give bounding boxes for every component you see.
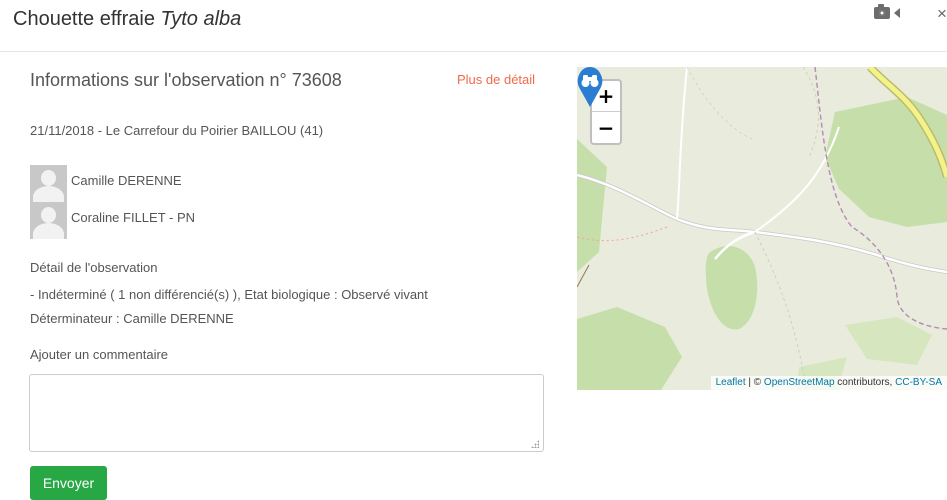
comment-label: Ajouter un commentaire xyxy=(30,347,169,362)
modal-title: Chouette effraie Tyto alba xyxy=(13,8,241,31)
observation-title: Informations sur l'observation n° 73608 xyxy=(30,70,342,90)
camera-icon[interactable] xyxy=(874,4,890,19)
modal-header: Chouette effraie Tyto alba × xyxy=(0,0,947,52)
avatar xyxy=(30,202,67,239)
license-link[interactable]: CC-BY-SA xyxy=(895,377,942,388)
send-button[interactable]: Envoyer xyxy=(30,466,107,500)
attribution-separator: | © xyxy=(745,377,764,388)
binoculars-marker-icon[interactable] xyxy=(577,67,603,107)
more-details-link[interactable]: Plus de détail xyxy=(457,72,535,87)
observer-name: Camille DERENNE xyxy=(71,173,182,188)
determinator-line: Déterminateur : Camille DERENNE xyxy=(30,311,234,326)
species-common-name: Chouette effraie xyxy=(13,8,155,30)
observer-item: Camille DERENNE xyxy=(30,165,182,202)
sound-icon[interactable] xyxy=(894,8,900,18)
observer-name: Coraline FILLET - PN xyxy=(71,210,196,225)
zoom-out-button[interactable]: − xyxy=(592,112,620,143)
media-icons xyxy=(874,4,900,22)
map-tiles xyxy=(577,67,947,390)
attribution-contributors: contributors, xyxy=(834,377,896,388)
species-scientific-name: Tyto alba xyxy=(160,8,242,30)
leaflet-link[interactable]: Leaflet xyxy=(716,377,746,388)
observation-detail-heading: Détail de l'observation xyxy=(30,260,158,275)
avatar xyxy=(30,165,67,202)
observer-item: Coraline FILLET - PN xyxy=(30,202,195,239)
map-attribution: Leaflet | © OpenStreetMap contributors, … xyxy=(710,376,947,390)
map-view[interactable]: + − Leaflet | © OpenStreetMap contributo… xyxy=(577,67,947,390)
observation-date-place: 21/11/2018 - Le Carrefour du Poirier BAI… xyxy=(30,123,324,138)
close-icon[interactable]: × xyxy=(937,5,947,23)
observation-detail-line: - Indéterminé ( 1 non différencié(s) ), … xyxy=(30,287,428,302)
osm-link[interactable]: OpenStreetMap xyxy=(764,377,835,388)
comment-textarea[interactable] xyxy=(29,374,544,452)
